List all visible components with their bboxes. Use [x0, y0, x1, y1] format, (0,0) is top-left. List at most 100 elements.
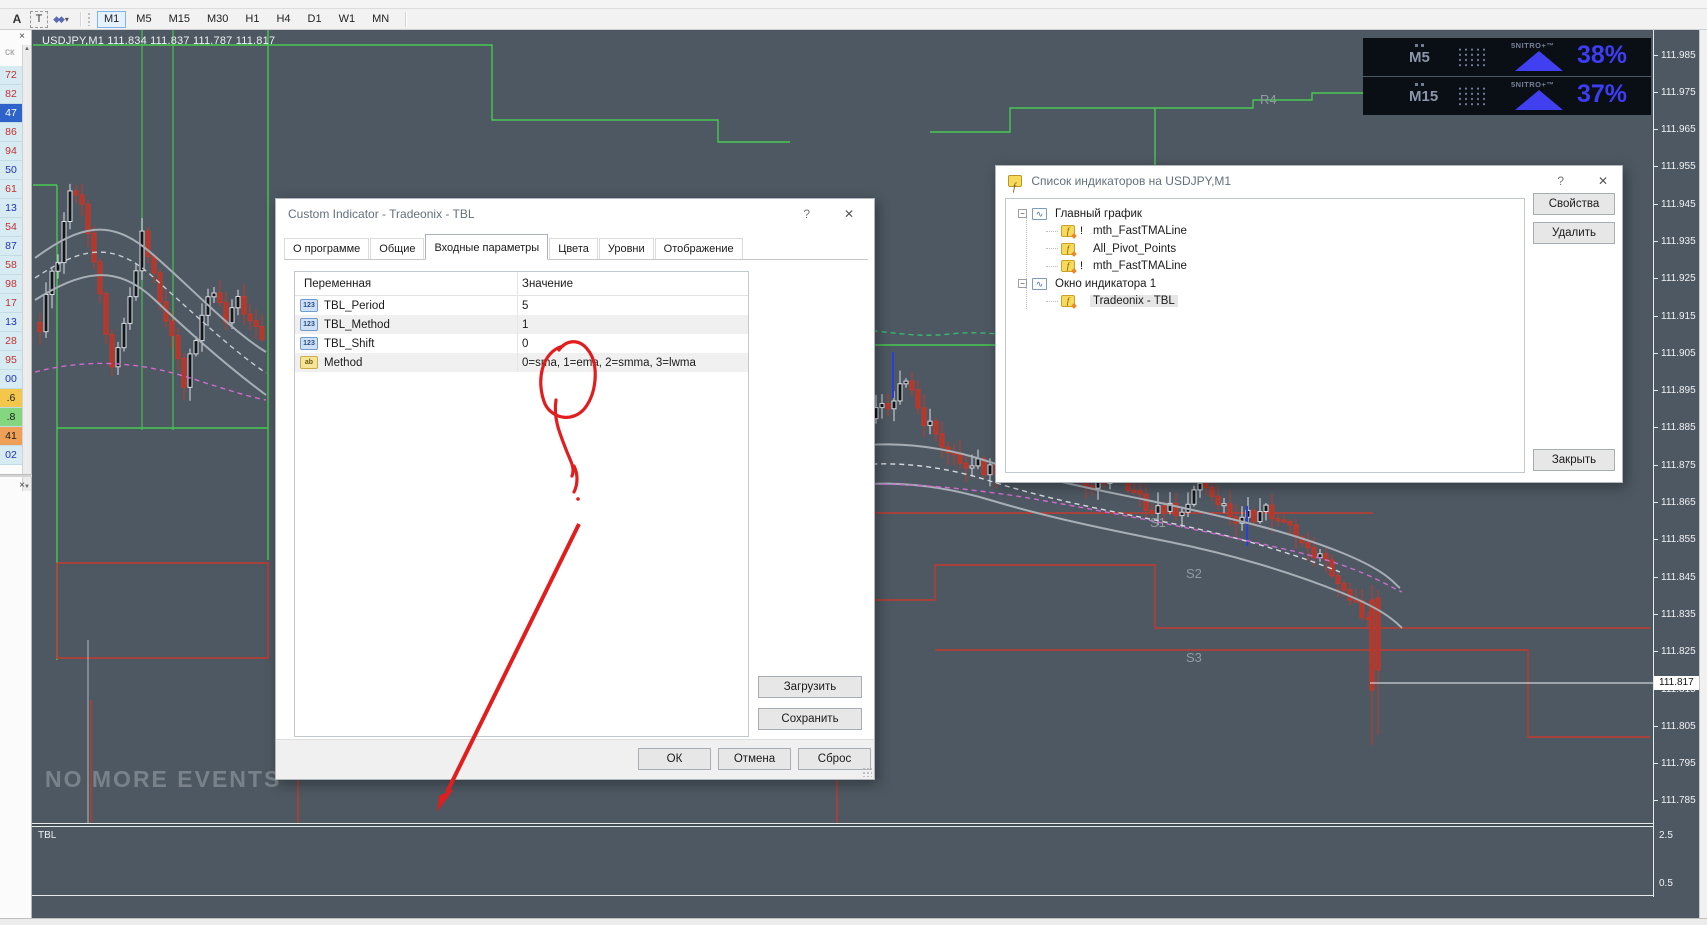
- tick-dash: [1654, 315, 1658, 317]
- market-watch-row[interactable]: 61: [0, 180, 22, 199]
- parameter-value[interactable]: 0: [517, 338, 528, 350]
- tree-item[interactable]: ! mth_FastTMALine: [1006, 223, 1524, 241]
- tree-item-label[interactable]: Tradeonix - TBL: [1090, 295, 1178, 308]
- collapse-toggle-icon[interactable]: [1018, 279, 1027, 289]
- dialog-footer: ОК Отмена Сброс: [276, 739, 874, 779]
- market-watch-row[interactable]: 41: [0, 427, 22, 446]
- dialog-tab[interactable]: Входные параметры: [425, 234, 549, 260]
- tree-item[interactable]: Tradeonix - TBL: [1006, 293, 1524, 311]
- tree-item[interactable]: All_Pivot_Points: [1006, 240, 1524, 258]
- timeframe-button[interactable]: W1: [332, 11, 363, 28]
- ok-button[interactable]: ОК: [638, 748, 711, 770]
- timeframe-button[interactable]: H1: [238, 11, 266, 28]
- market-watch-row[interactable]: .6: [0, 389, 22, 408]
- market-watch-row[interactable]: 17: [0, 294, 22, 313]
- cancel-button[interactable]: Отмена: [718, 748, 791, 770]
- parameter-row[interactable]: 123 TBL_Period 5: [295, 296, 748, 315]
- parameter-type-icon: 123: [300, 318, 318, 331]
- close-button[interactable]: Закрыть: [1533, 449, 1615, 471]
- tree-item-label[interactable]: Главный график: [1052, 208, 1145, 220]
- market-watch-row[interactable]: 13: [0, 313, 22, 332]
- market-watch-row[interactable]: .8: [0, 408, 22, 427]
- dialog-tab[interactable]: Общие: [370, 238, 425, 259]
- help-icon[interactable]: ?: [803, 199, 810, 229]
- market-watch-row[interactable]: 50: [0, 161, 22, 180]
- dialog-titlebar[interactable]: Custom Indicator - Tradeonix - TBL ? ✕: [276, 199, 874, 229]
- tick-dash: [1654, 651, 1658, 653]
- delete-button[interactable]: Удалить: [1533, 222, 1615, 244]
- tree-item[interactable]: ! mth_FastTMALine: [1006, 258, 1524, 276]
- parameter-row[interactable]: ab Method 0=sma, 1=ema, 2=smma, 3=lwma: [295, 353, 748, 372]
- table-column-divider: [517, 272, 518, 372]
- save-button[interactable]: Сохранить: [758, 708, 862, 730]
- close-icon[interactable]: ✕: [844, 199, 854, 229]
- market-watch-row[interactable]: 86: [0, 123, 22, 142]
- tree-item-label[interactable]: All_Pivot_Points: [1090, 243, 1179, 255]
- parameter-value[interactable]: 0=sma, 1=ema, 2=smma, 3=lwma: [517, 357, 696, 369]
- toolbar-separator: [80, 11, 81, 27]
- properties-button[interactable]: Свойства: [1533, 193, 1615, 215]
- close-icon[interactable]: ×: [19, 31, 25, 43]
- tree-item[interactable]: Окно индикатора 1: [1006, 275, 1524, 293]
- timeframe-group: M1 M5 M15 M30 H1 H4 D1 W1 MN: [97, 10, 399, 28]
- market-watch-row[interactable]: 98: [0, 275, 22, 294]
- dialog-tab[interactable]: Отображение: [654, 238, 743, 259]
- timeframe-button[interactable]: M30: [200, 11, 235, 28]
- timeframe-button[interactable]: MN: [365, 11, 396, 28]
- timeframe-button[interactable]: D1: [301, 11, 329, 28]
- status-bar: [0, 918, 1707, 925]
- market-watch-row[interactable]: 13: [0, 199, 22, 218]
- price-axis: 111.985 111.975 111.965 111.955 111.945: [1653, 30, 1700, 897]
- parameter-row[interactable]: 123 TBL_Shift 0: [295, 334, 748, 353]
- load-button[interactable]: Загрузить: [758, 676, 862, 698]
- market-watch-row[interactable]: 28: [0, 332, 22, 351]
- market-watch-row[interactable]: 95: [0, 351, 22, 370]
- parameter-value[interactable]: 1: [517, 319, 528, 331]
- market-watch-row[interactable]: 00: [0, 370, 22, 389]
- subwindow-separator[interactable]: [32, 823, 1653, 827]
- column-header-value: Значение: [522, 278, 573, 290]
- toolbar-drag-handle[interactable]: [87, 12, 91, 26]
- market-watch-row[interactable]: 58: [0, 256, 22, 275]
- market-watch-scrollbar[interactable]: ▲ ▼: [22, 45, 31, 491]
- timeframe-button[interactable]: M5: [129, 11, 158, 28]
- market-watch-row[interactable]: 82: [0, 85, 22, 104]
- market-watch-row[interactable]: 87: [0, 237, 22, 256]
- price-tick: 111.905: [1654, 347, 1700, 359]
- market-watch-row[interactable]: 94: [0, 142, 22, 161]
- nitro-brand-label: 5NITRO+™: [1511, 41, 1555, 50]
- market-watch-row[interactable]: 02: [0, 446, 22, 465]
- scroll-up-icon[interactable]: ▲: [24, 46, 30, 52]
- resize-grip[interactable]: [862, 767, 872, 777]
- timeframe-button[interactable]: M1: [97, 10, 127, 28]
- dialog-tab[interactable]: Цвета: [549, 238, 598, 259]
- tree-item[interactable]: Главный график: [1006, 205, 1524, 223]
- market-watch-row[interactable]: 47: [0, 104, 22, 123]
- reset-button[interactable]: Сброс: [798, 748, 871, 770]
- tree-item-label[interactable]: mth_FastTMALine: [1090, 260, 1190, 272]
- arrange-tool-button[interactable]: ◆◆ ▾: [52, 11, 70, 28]
- dialog-titlebar[interactable]: Список индикаторов на USDJPY,M1 ? ✕: [996, 166, 1622, 203]
- text-tool-button[interactable]: T: [30, 10, 48, 28]
- price-tick: 111.975: [1654, 86, 1700, 98]
- dialog-tab[interactable]: Уровни: [598, 238, 654, 259]
- vertical-scrollbar[interactable]: [1699, 30, 1707, 918]
- market-watch-row[interactable]: 72: [0, 66, 22, 85]
- close-icon[interactable]: ×: [19, 480, 25, 491]
- parameter-value[interactable]: 5: [517, 300, 528, 312]
- price-tick: 111.875: [1654, 459, 1700, 471]
- price-tick: 111.855: [1654, 534, 1700, 546]
- timeframe-button[interactable]: M15: [162, 11, 197, 28]
- close-icon[interactable]: ✕: [1598, 166, 1608, 196]
- tree-item-label[interactable]: Окно индикатора 1: [1052, 278, 1159, 290]
- timeframe-button[interactable]: H4: [269, 11, 297, 28]
- help-icon[interactable]: ?: [1557, 166, 1564, 196]
- market-watch-row[interactable]: 54: [0, 218, 22, 237]
- text-label-tool-button[interactable]: A: [8, 11, 26, 28]
- parameter-row[interactable]: 123 TBL_Method 1: [295, 315, 748, 334]
- tick-dash: [1654, 613, 1658, 615]
- dialog-tab[interactable]: О программе: [284, 238, 370, 259]
- tree-item-label[interactable]: mth_FastTMALine: [1090, 225, 1190, 237]
- collapse-toggle-icon[interactable]: [1018, 209, 1027, 219]
- parameter-name: TBL_Method: [324, 318, 390, 331]
